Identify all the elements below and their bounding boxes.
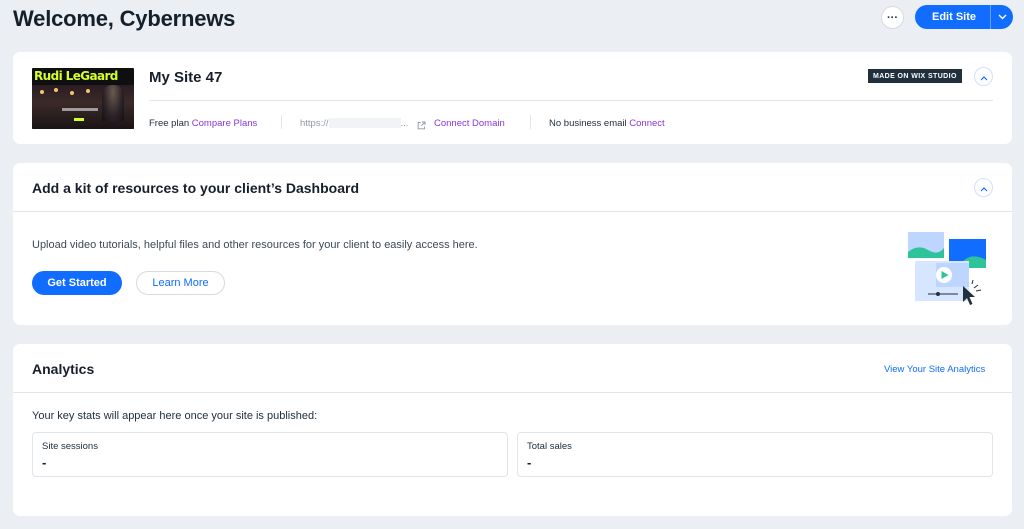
plan-label: Free plan: [149, 118, 190, 129]
compare-plans-link[interactable]: Compare Plans: [192, 118, 257, 129]
analytics-title: Analytics: [32, 361, 95, 377]
site-card: Rudi LeGaard My Site 47 MADE ON WIX STUD…: [13, 52, 1012, 144]
connect-email-link[interactable]: Connect: [629, 118, 664, 129]
site-thumbnail[interactable]: Rudi LeGaard: [32, 68, 134, 129]
stage-light: [54, 88, 58, 92]
stat-site-sessions: Site sessions -: [32, 432, 508, 477]
business-email-info: No business email Connect: [549, 118, 665, 129]
collapse-site-button[interactable]: [974, 67, 993, 86]
stat-total-sales: Total sales -: [517, 432, 993, 477]
stage-light: [40, 90, 44, 94]
view-analytics-link[interactable]: View Your Site Analytics: [884, 364, 985, 375]
connect-domain: Connect Domain: [434, 118, 505, 129]
stat-value: -: [42, 455, 47, 470]
page-title: Welcome, Cybernews: [13, 6, 236, 31]
stat-value: -: [527, 455, 532, 470]
connect-domain-link[interactable]: Connect Domain: [434, 118, 505, 129]
made-on-badge: MADE ON WIX STUDIO: [868, 69, 962, 83]
analytics-card: Analytics View Your Site Analytics Your …: [13, 344, 1012, 516]
collapse-kit-button[interactable]: [974, 178, 993, 197]
url-suffix: ...: [400, 118, 409, 129]
stat-label: Site sessions: [42, 441, 98, 452]
site-name: My Site 47: [149, 69, 223, 86]
thumbnail-cta: [74, 118, 84, 121]
kit-title: Add a kit of resources to your client’s …: [32, 180, 359, 196]
thumbnail-brand: Rudi LeGaard: [34, 69, 118, 83]
stage-light: [70, 91, 74, 95]
divider: [530, 115, 531, 129]
thumbnail-tagline: [62, 108, 98, 111]
edit-site-label: Edit Site: [932, 11, 977, 23]
edit-site-button[interactable]: Edit Site: [915, 5, 1013, 29]
divider: [281, 115, 282, 129]
client-kit-card: Add a kit of resources to your client’s …: [13, 163, 1012, 325]
external-link-icon[interactable]: [417, 117, 426, 135]
chevron-down-icon[interactable]: [991, 14, 1013, 20]
stats-intro: Your key stats will appear here once you…: [32, 410, 318, 422]
media-resources-illustration: [908, 232, 986, 305]
analytics-divider: [13, 392, 1012, 393]
url-redacted: [328, 118, 401, 129]
stat-label: Total sales: [527, 441, 572, 452]
kit-divider: [13, 211, 1012, 212]
email-status: No business email: [549, 118, 627, 129]
stage-light: [86, 89, 90, 93]
more-actions-button[interactable]: ···: [881, 6, 904, 29]
get-started-button[interactable]: Get Started: [32, 271, 122, 295]
kit-description: Upload video tutorials, helpful files an…: [32, 239, 478, 251]
chevron-up-icon: [980, 68, 988, 86]
ellipsis-icon: ···: [887, 11, 898, 24]
plan-info: Free plan Compare Plans: [149, 118, 257, 129]
url-prefix: https://: [300, 118, 329, 129]
site-url: https://...: [300, 118, 408, 129]
chevron-up-icon: [980, 179, 988, 197]
site-divider: [149, 100, 993, 101]
thumbnail-figure: [102, 85, 124, 121]
learn-more-button[interactable]: Learn More: [136, 271, 225, 295]
